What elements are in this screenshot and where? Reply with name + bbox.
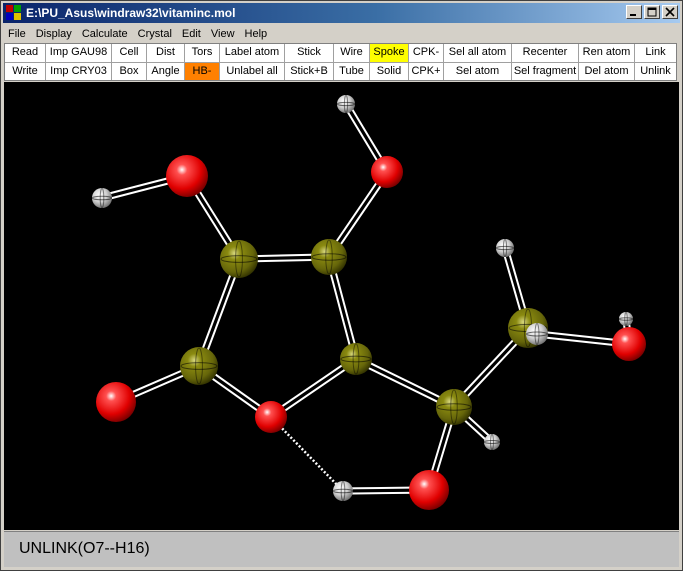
stick-button[interactable]: Stick	[285, 44, 334, 62]
write-button[interactable]: Write	[5, 63, 46, 80]
wire-button[interactable]: Wire	[334, 44, 370, 62]
atom-O[interactable]	[371, 156, 403, 188]
spoke-button[interactable]: Spoke	[370, 44, 409, 62]
angle-button[interactable]: Angle	[147, 63, 185, 80]
atom-sphere	[333, 481, 353, 501]
molecule-canvas[interactable]	[4, 82, 679, 530]
title-bar[interactable]: E:\PU_Asus\windraw32\vitaminc.mol	[3, 3, 680, 23]
atom-sphere	[220, 240, 258, 278]
unlink-button[interactable]: Unlink	[635, 63, 676, 80]
atom-C[interactable]	[340, 343, 372, 375]
atom-sphere	[409, 470, 449, 510]
minimize-icon	[630, 14, 636, 16]
menu-view[interactable]: View	[206, 25, 240, 43]
close-button[interactable]	[662, 5, 678, 19]
sel-atom-button[interactable]: Sel atom	[444, 63, 512, 80]
command-toolbar: Read Imp GAU98 Cell Dist Tors Label atom…	[4, 43, 677, 81]
link-button[interactable]: Link	[635, 44, 676, 62]
atom-H[interactable]	[333, 481, 353, 501]
atom-sphere	[96, 382, 136, 422]
atom-sphere	[526, 323, 548, 345]
atom-O[interactable]	[166, 155, 208, 197]
menu-display[interactable]: Display	[31, 25, 77, 43]
atom-sphere	[92, 188, 112, 208]
toolbar-row-2: Write Imp CRY03 Box Angle HB- Unlabel al…	[5, 62, 676, 80]
atom-H[interactable]	[336, 94, 356, 114]
atom-O[interactable]	[96, 382, 136, 422]
atom-O[interactable]	[612, 327, 646, 361]
atom-C[interactable]	[311, 239, 347, 275]
dist-button[interactable]: Dist	[147, 44, 185, 62]
cpk-minus-button[interactable]: CPK-	[409, 44, 444, 62]
maximize-button[interactable]	[644, 5, 660, 19]
menu-edit[interactable]: Edit	[177, 25, 206, 43]
atom-H[interactable]	[92, 188, 112, 208]
atom-sphere	[484, 434, 500, 450]
window-controls	[624, 5, 678, 19]
atom-O[interactable]	[409, 470, 449, 510]
read-button[interactable]: Read	[5, 44, 46, 62]
ren-atom-button[interactable]: Ren atom	[579, 44, 635, 62]
tube-button[interactable]: Tube	[334, 63, 370, 80]
atom-H[interactable]	[618, 311, 634, 327]
atom-H[interactable]	[483, 433, 501, 451]
atom-sphere	[337, 95, 355, 113]
atom-sphere	[612, 327, 646, 361]
menu-crystal[interactable]: Crystal	[133, 25, 177, 43]
box-button[interactable]: Box	[112, 63, 147, 80]
app-icon[interactable]	[6, 5, 22, 21]
cell-button[interactable]: Cell	[112, 44, 147, 62]
atom-sphere	[496, 239, 514, 257]
minimize-button[interactable]	[626, 5, 642, 19]
del-atom-button[interactable]: Del atom	[579, 63, 635, 80]
atom-sphere	[166, 155, 208, 197]
stick-b-button[interactable]: Stick+B	[285, 63, 334, 80]
atom-C[interactable]	[436, 389, 472, 425]
atom-layer	[92, 94, 646, 510]
close-icon	[665, 7, 675, 17]
status-panel: UNLINK(O7--H16)	[4, 531, 679, 567]
atom-C[interactable]	[180, 347, 218, 385]
atom-sphere	[436, 389, 472, 425]
tors-button[interactable]: Tors	[185, 44, 220, 62]
label-atom-button[interactable]: Label atom	[220, 44, 285, 62]
imp-gau98-button[interactable]: Imp GAU98	[46, 44, 112, 62]
atom-sphere	[180, 347, 218, 385]
main-window: E:\PU_Asus\windraw32\vitaminc.mol File D…	[0, 0, 683, 571]
menu-help[interactable]: Help	[240, 25, 273, 43]
atom-sphere	[255, 401, 287, 433]
sel-fragment-button[interactable]: Sel fragment	[512, 63, 579, 80]
recenter-button[interactable]: Recenter	[512, 44, 579, 62]
atom-sphere	[340, 343, 372, 375]
atom-sphere	[619, 312, 633, 326]
hb-minus-button[interactable]: HB-	[185, 63, 220, 80]
atom-H[interactable]	[495, 238, 515, 258]
menu-file[interactable]: File	[3, 25, 31, 43]
solid-button[interactable]: Solid	[370, 63, 409, 80]
atom-sphere	[371, 156, 403, 188]
atom-sphere	[311, 239, 347, 275]
menu-calculate[interactable]: Calculate	[77, 25, 133, 43]
menu-bar: File Display Calculate Crystal Edit View…	[3, 24, 272, 43]
status-message: UNLINK(O7--H16)	[19, 540, 150, 557]
imp-cry03-button[interactable]: Imp CRY03	[46, 63, 112, 80]
toolbar-row-1: Read Imp GAU98 Cell Dist Tors Label atom…	[5, 44, 676, 62]
sel-all-atom-button[interactable]: Sel all atom	[444, 44, 512, 62]
cpk-plus-button[interactable]: CPK+	[409, 63, 444, 80]
atom-C[interactable]	[220, 240, 258, 278]
window-title: E:\PU_Asus\windraw32\vitaminc.mol	[26, 6, 236, 20]
molecule-viewport[interactable]	[4, 82, 679, 530]
atom-H[interactable]	[526, 323, 548, 345]
unlabel-all-button[interactable]: Unlabel all	[220, 63, 285, 80]
atom-O[interactable]	[255, 401, 287, 433]
maximize-icon	[647, 7, 657, 17]
